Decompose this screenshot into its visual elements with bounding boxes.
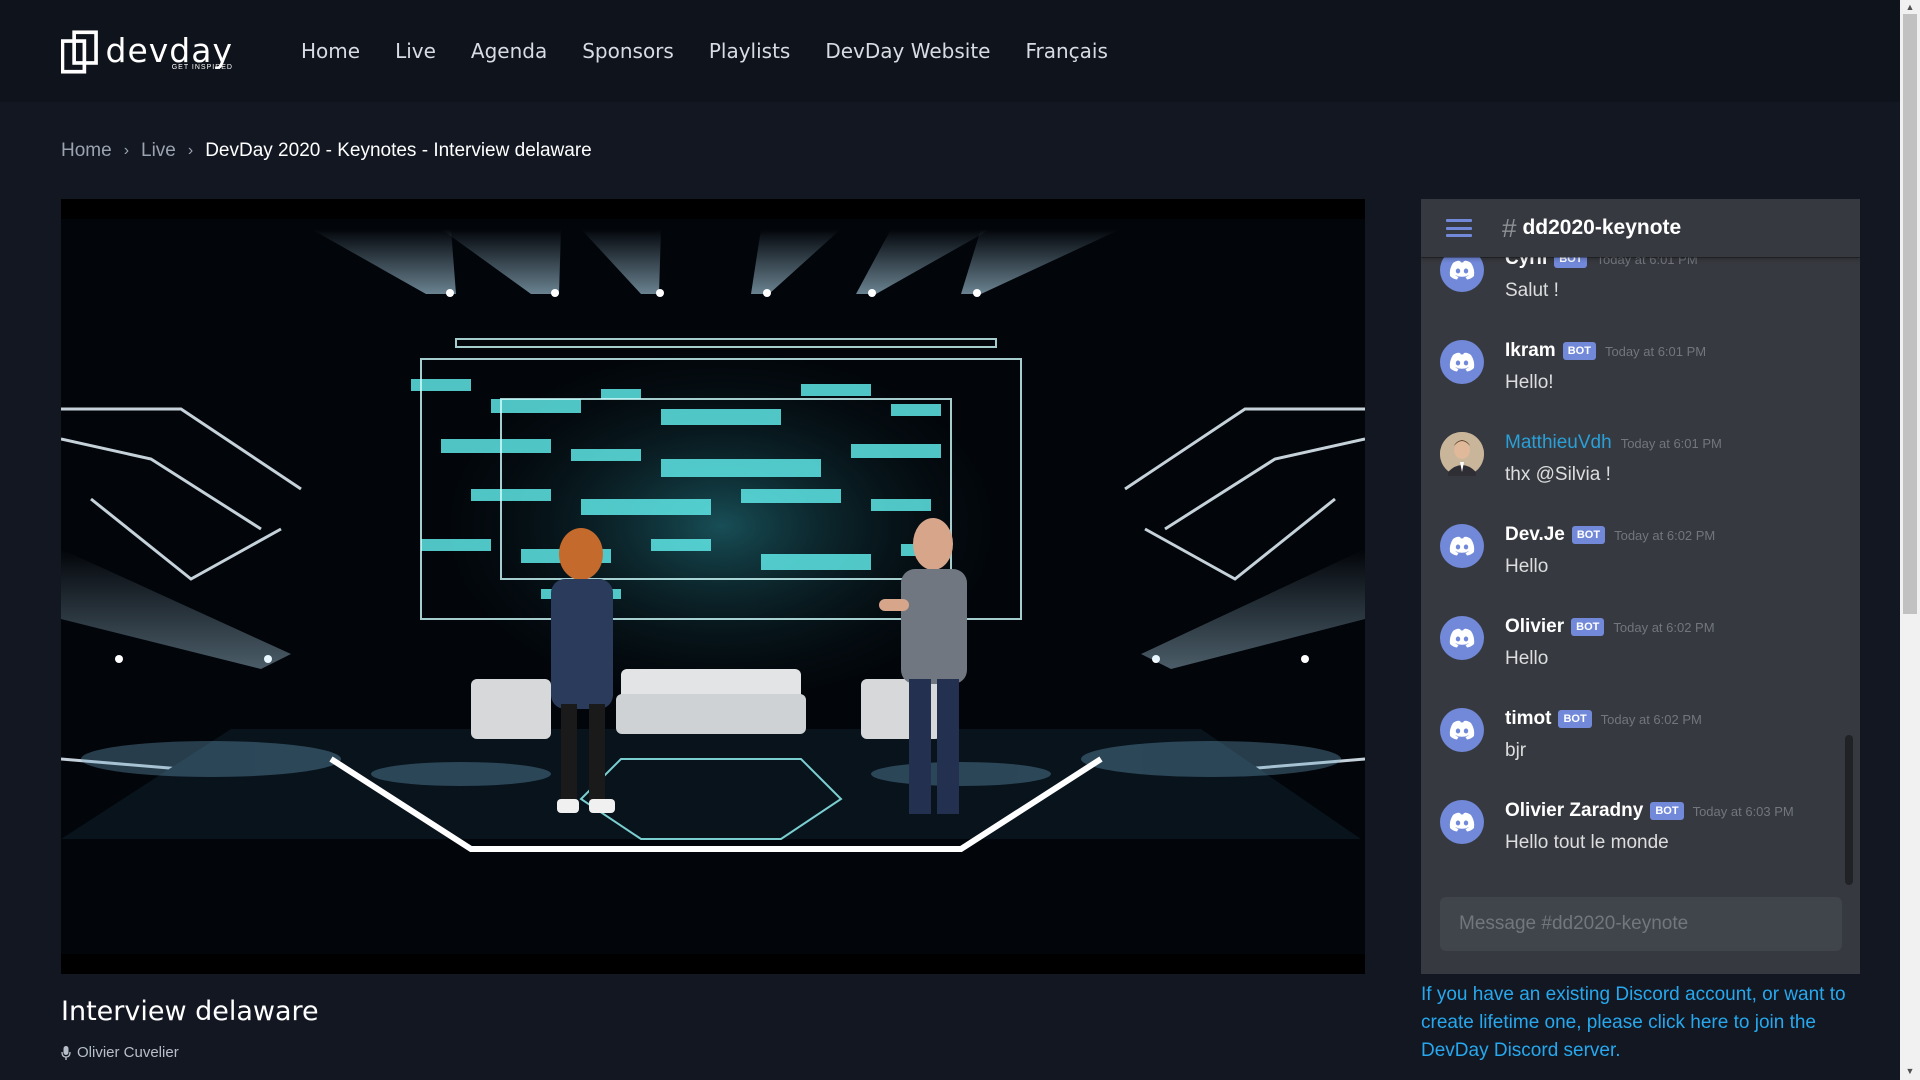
- channel-name: dd2020-keynote: [1522, 216, 1682, 239]
- scrollbar-thumb[interactable]: [1845, 735, 1853, 885]
- discord-avatar-icon[interactable]: [1440, 524, 1484, 568]
- bot-badge: BOT: [1558, 710, 1592, 728]
- message-input[interactable]: [1440, 897, 1842, 951]
- bot-badge: BOT: [1650, 802, 1684, 820]
- message-author[interactable]: Dev.Je: [1505, 524, 1565, 546]
- message-timestamp: Today at 6:02 PM: [1613, 619, 1715, 635]
- chevron-right-icon: ›: [187, 142, 194, 159]
- message-text: Hello!: [1505, 372, 1554, 393]
- page-scrollbar-thumb[interactable]: [1903, 14, 1917, 614]
- discord-avatar-icon[interactable]: [1440, 708, 1484, 752]
- page-scrollbar[interactable]: ▲ ▼: [1900, 0, 1920, 1080]
- discord-avatar-icon[interactable]: [1440, 800, 1484, 844]
- nav-sponsors[interactable]: Sponsors: [582, 39, 674, 63]
- message-timestamp: Today at 6:01 PM: [1620, 435, 1722, 451]
- message-list[interactable]: Cyril BOT Today at 6:01 PM Salut ! Ikram…: [1421, 257, 1860, 887]
- speaker: Olivier Cuvelier: [61, 1044, 179, 1061]
- message-timestamp: Today at 6:01 PM: [1604, 343, 1707, 359]
- logo-wordmark: devday: [105, 30, 233, 70]
- message-timestamp: Today at 6:01 PM: [1596, 257, 1698, 267]
- message: Dev.Je BOT Today at 6:02 PM Hello: [1440, 524, 1840, 594]
- message: Olivier Zaradny BOT Today at 6:03 PM Hel…: [1440, 800, 1840, 870]
- message-text: Hello tout le monde: [1505, 832, 1669, 853]
- bot-badge: BOT: [1571, 618, 1605, 636]
- discord-avatar-icon[interactable]: [1440, 340, 1484, 384]
- scroll-up-icon[interactable]: ▲: [1905, 2, 1915, 12]
- message-text: Hello: [1505, 648, 1549, 669]
- message-author[interactable]: Ikram: [1505, 340, 1556, 362]
- scroll-down-icon[interactable]: ▼: [1905, 1066, 1915, 1076]
- message-author[interactable]: Cyril: [1505, 257, 1547, 270]
- microphone-icon: [61, 1045, 71, 1060]
- nav-live[interactable]: Live: [395, 39, 436, 63]
- discord-header: # dd2020-keynote: [1421, 199, 1860, 257]
- message: Olivier BOT Today at 6:02 PM Hello: [1440, 616, 1840, 686]
- video-title: Interview delaware: [61, 996, 319, 1027]
- bot-badge: BOT: [1554, 257, 1588, 268]
- message-author[interactable]: MatthieuVdh: [1505, 432, 1612, 454]
- top-navbar: devday GET INSPIRED Home Live Agenda Spo…: [0, 0, 1900, 102]
- breadcrumb-home[interactable]: Home: [61, 140, 112, 162]
- message: Ikram BOT Today at 6:01 PM Hello!: [1440, 340, 1840, 410]
- discord-widget: # dd2020-keynote Cyril BOT Today at 6:01…: [1421, 199, 1860, 974]
- message-timestamp: Today at 6:02 PM: [1600, 711, 1702, 727]
- discord-avatar-icon[interactable]: [1440, 257, 1484, 292]
- devday-logo-icon: [61, 30, 98, 74]
- message-text: thx @Silvia !: [1505, 464, 1611, 485]
- breadcrumb: Home › Live › DevDay 2020 - Keynotes - I…: [61, 140, 592, 162]
- hamburger-menu-icon[interactable]: [1446, 219, 1472, 237]
- main-nav: Home Live Agenda Sponsors Playlists DevD…: [301, 39, 1143, 63]
- nav-home[interactable]: Home: [301, 39, 360, 63]
- nav-agenda[interactable]: Agenda: [471, 39, 547, 63]
- message: Cyril BOT Today at 6:01 PM Salut !: [1440, 257, 1840, 318]
- discord-join-link[interactable]: If you have an existing Discord account,…: [1421, 981, 1860, 1065]
- devday-logo[interactable]: devday GET INSPIRED: [61, 22, 233, 82]
- breadcrumb-live[interactable]: Live: [141, 140, 176, 162]
- message: timot BOT Today at 6:02 PM bjr: [1440, 708, 1840, 778]
- message-text: Salut !: [1505, 280, 1559, 301]
- hashtag-icon: #: [1502, 212, 1517, 243]
- message-text: bjr: [1505, 740, 1527, 761]
- message-text: Hello: [1505, 556, 1549, 577]
- message-author[interactable]: Olivier Zaradny: [1505, 800, 1643, 822]
- user-avatar[interactable]: [1440, 432, 1484, 476]
- message-timestamp: Today at 6:02 PM: [1614, 527, 1716, 543]
- speaker-name[interactable]: Olivier Cuvelier: [77, 1044, 179, 1061]
- logo-tagline: GET INSPIRED: [171, 63, 233, 71]
- nav-language[interactable]: Français: [1025, 39, 1107, 63]
- breadcrumb-current: DevDay 2020 - Keynotes - Interview delaw…: [205, 140, 592, 161]
- message-timestamp: Today at 6:03 PM: [1692, 803, 1794, 819]
- discord-avatar-icon[interactable]: [1440, 616, 1484, 660]
- nav-devday-website[interactable]: DevDay Website: [825, 39, 990, 63]
- bot-badge: BOT: [1562, 342, 1596, 360]
- message-scrollbar[interactable]: [1845, 257, 1853, 887]
- video-frame: [61, 199, 1365, 974]
- message: MatthieuVdh Today at 6:01 PM thx @Silvia…: [1440, 432, 1840, 502]
- message-author[interactable]: Olivier: [1505, 616, 1564, 638]
- chevron-right-icon: ›: [123, 142, 130, 159]
- bot-badge: BOT: [1571, 526, 1606, 544]
- video-player[interactable]: [61, 199, 1365, 974]
- nav-playlists[interactable]: Playlists: [709, 39, 791, 63]
- message-author[interactable]: timot: [1505, 708, 1551, 730]
